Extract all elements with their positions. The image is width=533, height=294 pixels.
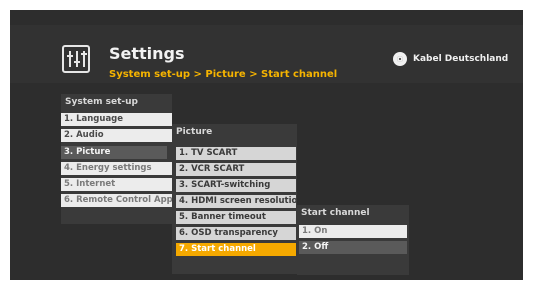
menu-system-setup: System set-up 1. Language 2. Audio 3. Pi…: [61, 94, 172, 224]
menu-item-scart-switching[interactable]: 3. SCART-switching: [176, 179, 296, 192]
menu-item-hdmi-screen-resolution[interactable]: 4. HDMI screen resolution: [176, 195, 296, 208]
menu-picture: Picture 1. TV SCART 2. VCR SCART 3. SCAR…: [172, 124, 297, 274]
tv-screen: Settings System set-up > Picture > Start…: [10, 10, 523, 280]
menu-picture-title: Picture: [176, 127, 213, 137]
menu-item-picture[interactable]: 3. Picture: [61, 146, 167, 159]
menu-item-audio[interactable]: 2. Audio: [61, 129, 172, 142]
menu-item-language[interactable]: 1. Language: [61, 113, 172, 126]
brand: Kabel Deutschland: [393, 52, 508, 66]
header: Settings System set-up > Picture > Start…: [10, 25, 523, 83]
kabel-deutschland-logo-icon: [393, 52, 407, 66]
brand-name: Kabel Deutschland: [413, 54, 509, 64]
settings-sliders-icon: [62, 45, 90, 73]
option-on[interactable]: 1. On: [299, 225, 407, 238]
menu-start-channel-title: Start channel: [301, 208, 370, 218]
menu-item-vcr-scart[interactable]: 2. VCR SCART: [176, 163, 296, 176]
menu-item-remote-control-app[interactable]: 6. Remote Control App: [61, 194, 172, 207]
option-off[interactable]: 2. Off: [299, 241, 407, 254]
menu-start-channel: Start channel 1. On 2. Off: [297, 205, 409, 275]
breadcrumb: System set-up > Picture > Start channel: [109, 69, 338, 80]
menu-item-osd-transparency[interactable]: 6. OSD transparency: [176, 227, 296, 240]
menu-system-setup-title: System set-up: [65, 97, 138, 107]
menu-item-energy-settings[interactable]: 4. Energy settings: [61, 162, 172, 175]
page-title: Settings: [109, 44, 185, 63]
menu-item-internet[interactable]: 5. Internet: [61, 178, 172, 191]
menu-item-tv-scart[interactable]: 1. TV SCART: [176, 147, 296, 160]
menu-item-banner-timeout[interactable]: 5. Banner timeout: [176, 211, 296, 224]
menu-item-start-channel[interactable]: 7. Start channel: [176, 243, 296, 256]
